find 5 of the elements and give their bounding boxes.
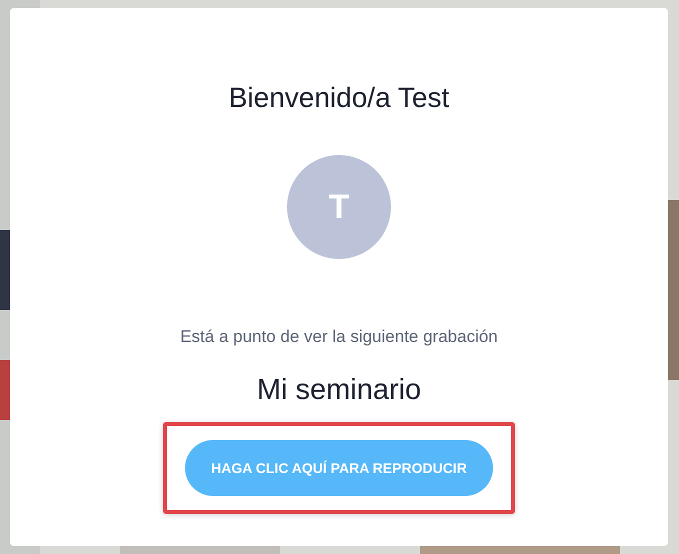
recording-title: Mi seminario — [256, 373, 422, 408]
message-text: Está a punto de ver la siguiente grabación — [180, 326, 498, 348]
welcome-title: Bienvenido/a Test — [228, 81, 450, 115]
avatar: T — [287, 155, 391, 259]
play-button[interactable]: HAGA CLIC AQUÍ PARA REPRODUCIR — [185, 440, 493, 496]
